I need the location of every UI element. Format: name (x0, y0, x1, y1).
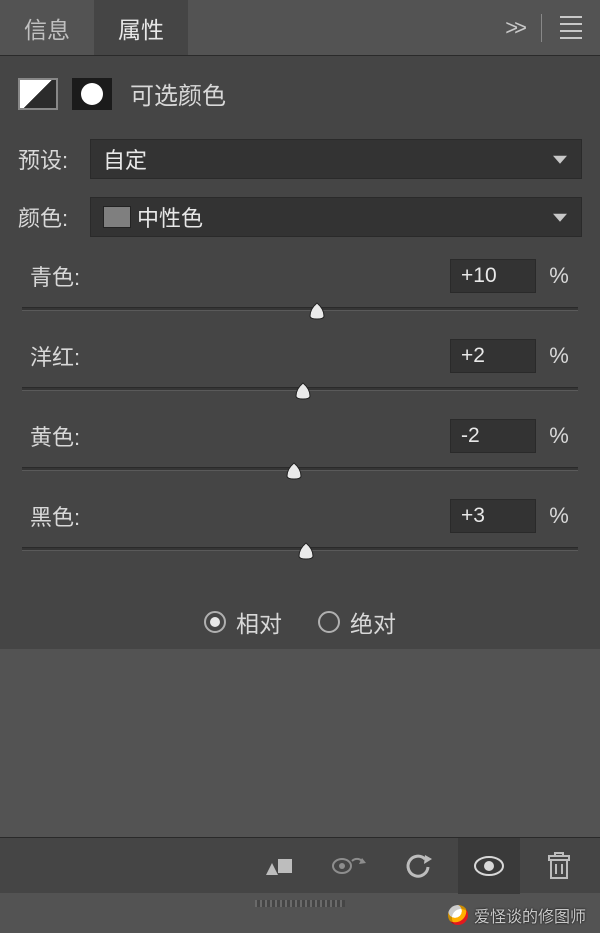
color-value: 中性色 (137, 201, 203, 233)
panel-body: 可选颜色 预设: 自定 颜色: 中性色 青色:+10%洋红:+2%黄色:-2%黑… (0, 56, 600, 649)
watermark-text: 爱怪谈的修图师 (474, 903, 586, 927)
reset-icon[interactable] (388, 838, 450, 894)
tab-info[interactable]: 信息 (0, 0, 94, 55)
preset-dropdown[interactable]: 自定 (90, 139, 582, 179)
radio-relative-label: 相对 (236, 605, 282, 639)
color-label: 颜色: (18, 201, 78, 233)
preset-value: 自定 (103, 143, 147, 175)
tab-properties[interactable]: 属性 (94, 0, 188, 55)
radio-ring (204, 611, 226, 633)
collapse-icon[interactable]: >> (505, 15, 523, 41)
slider-value-input[interactable]: +2 (450, 339, 536, 373)
color-swatch (103, 206, 131, 228)
sliders-group: 青色:+10%洋红:+2%黄色:-2%黑色:+3% (0, 243, 600, 581)
adjustment-type-icon[interactable] (18, 78, 58, 110)
slider-0: 青色:+10% (18, 253, 582, 329)
unit-label: % (536, 423, 582, 449)
slider-thumb[interactable] (292, 381, 314, 401)
panel-menu-icon[interactable] (560, 16, 582, 39)
view-previous-icon[interactable] (318, 838, 380, 894)
mode-radio-group: 相对 绝对 (0, 581, 600, 649)
unit-label: % (536, 263, 582, 289)
visibility-icon[interactable] (458, 838, 520, 894)
radio-relative[interactable]: 相对 (204, 605, 282, 639)
radio-absolute[interactable]: 绝对 (318, 605, 396, 639)
unit-label: % (536, 503, 582, 529)
slider-track[interactable] (18, 381, 582, 409)
watermark: 爱怪谈的修图师 (448, 903, 586, 927)
slider-label: 青色: (30, 260, 450, 292)
trash-icon[interactable] (528, 838, 590, 894)
slider-thumb[interactable] (306, 301, 328, 321)
radio-ring (318, 611, 340, 633)
clip-to-layer-icon[interactable] (248, 838, 310, 894)
slider-2: 黄色:-2% (18, 413, 582, 489)
unit-label: % (536, 343, 582, 369)
slider-track[interactable] (18, 461, 582, 489)
divider (541, 14, 542, 42)
slider-label: 黄色: (30, 420, 450, 452)
preset-label: 预设: (18, 143, 78, 175)
slider-label: 黑色: (30, 500, 450, 532)
slider-value-input[interactable]: -2 (450, 419, 536, 453)
slider-1: 洋红:+2% (18, 333, 582, 409)
radio-absolute-label: 绝对 (350, 605, 396, 639)
adjustment-title: 可选颜色 (130, 76, 226, 111)
slider-value-input[interactable]: +3 (450, 499, 536, 533)
slider-track[interactable] (18, 541, 582, 569)
weibo-logo-icon (448, 905, 468, 925)
color-dropdown[interactable]: 中性色 (90, 197, 582, 237)
slider-3: 黑色:+3% (18, 493, 582, 569)
slider-thumb[interactable] (283, 461, 305, 481)
panel-header: 信息 属性 >> (0, 0, 600, 56)
layer-mask-icon[interactable] (72, 78, 112, 110)
resize-grip[interactable] (255, 900, 345, 907)
slider-value-input[interactable]: +10 (450, 259, 536, 293)
slider-thumb[interactable] (295, 541, 317, 561)
slider-track[interactable] (18, 301, 582, 329)
panel-footer (0, 837, 600, 893)
slider-label: 洋红: (30, 340, 450, 372)
